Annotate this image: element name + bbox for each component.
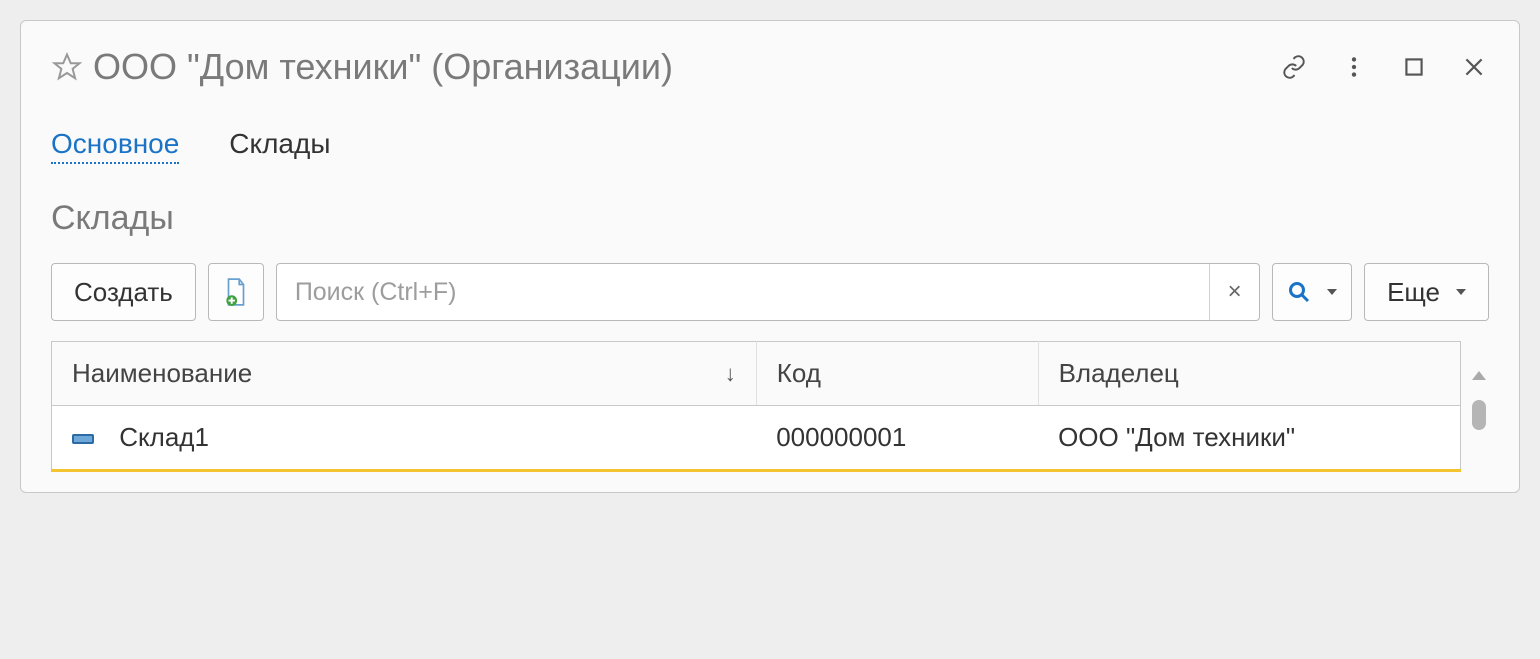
- search-clear-button[interactable]: ×: [1209, 264, 1259, 320]
- more-button-label: Еще: [1387, 277, 1440, 308]
- cell-code: 000000001: [756, 406, 1038, 471]
- favorite-star-icon[interactable]: [51, 51, 83, 83]
- table-area: Наименование ↓ Код Владелец Склад1 00000…: [51, 341, 1489, 472]
- toolbar: Создать × Еще: [51, 263, 1489, 321]
- tab-main[interactable]: Основное: [51, 128, 179, 164]
- titlebar: ООО "Дом техники" (Организации): [51, 46, 1489, 88]
- create-copy-button[interactable]: [208, 263, 264, 321]
- column-header-owner[interactable]: Владелец: [1038, 342, 1461, 406]
- tab-warehouses[interactable]: Склады: [229, 128, 330, 164]
- cell-name: Склад1: [119, 422, 209, 452]
- close-icon[interactable]: [1459, 52, 1489, 82]
- sort-down-icon: ↓: [725, 361, 736, 387]
- search-box: ×: [276, 263, 1260, 321]
- warehouses-table: Наименование ↓ Код Владелец Склад1 00000…: [51, 341, 1461, 472]
- vertical-scrollbar[interactable]: [1469, 341, 1489, 472]
- column-header-code[interactable]: Код: [756, 342, 1038, 406]
- cell-owner: ООО "Дом техники": [1038, 406, 1461, 471]
- scroll-thumb[interactable]: [1472, 400, 1486, 430]
- nav-tabs: Основное Склады: [51, 128, 1489, 164]
- link-icon[interactable]: [1279, 52, 1309, 82]
- create-button[interactable]: Создать: [51, 263, 196, 321]
- table-row[interactable]: Склад1 000000001 ООО "Дом техники": [52, 406, 1461, 471]
- search-dropdown-button[interactable]: [1272, 263, 1352, 321]
- maximize-icon[interactable]: [1399, 52, 1429, 82]
- column-header-name[interactable]: Наименование ↓: [52, 342, 757, 406]
- chevron-down-icon: [1327, 289, 1337, 295]
- scroll-up-icon: [1472, 371, 1486, 380]
- window-title: ООО "Дом техники" (Организации): [93, 46, 1279, 88]
- more-button[interactable]: Еще: [1364, 263, 1489, 321]
- title-actions: [1279, 52, 1489, 82]
- section-title: Склады: [51, 199, 1489, 238]
- window-frame: ООО "Дом техники" (Организации): [20, 20, 1520, 493]
- chevron-down-icon: [1456, 289, 1466, 295]
- more-dots-icon[interactable]: [1339, 52, 1369, 82]
- search-input[interactable]: [277, 278, 1209, 307]
- item-icon: [72, 434, 94, 444]
